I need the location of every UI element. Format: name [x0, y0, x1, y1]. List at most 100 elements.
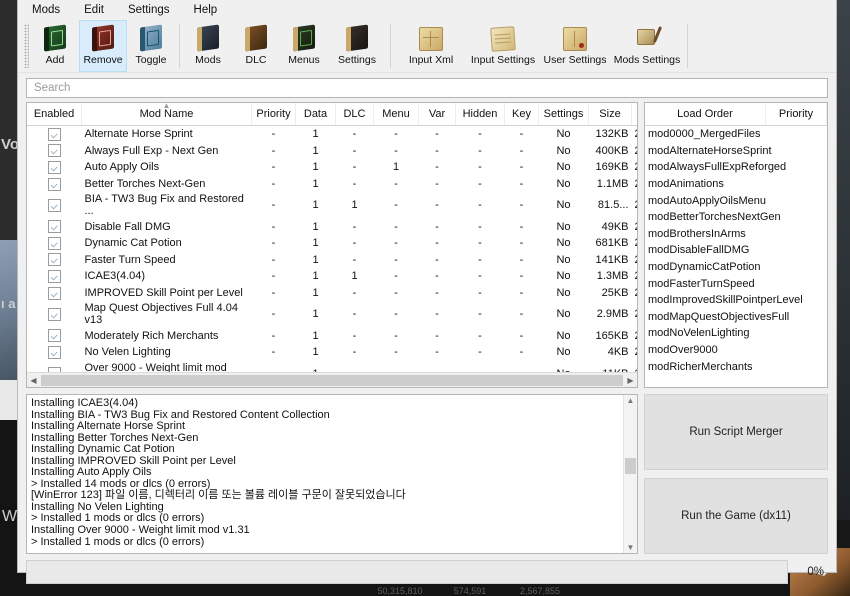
toolbar-button-menus[interactable]: Menus — [280, 20, 328, 72]
column-header-data[interactable]: Data — [295, 103, 336, 126]
list-item[interactable]: modNoVelenLighting — [645, 325, 827, 342]
list-item[interactable]: modMapQuestObjectivesFull — [645, 309, 827, 326]
table-row[interactable]: No Velen Lighting - 1 - - - - - No 4KB2024-05-18 … — [27, 344, 637, 361]
checkbox-checked-icon[interactable] — [47, 198, 61, 212]
toolbar-button-toggle[interactable]: Toggle — [127, 20, 175, 72]
log-scroll-track[interactable] — [624, 406, 637, 542]
mod-enabled-cell[interactable] — [27, 176, 82, 193]
list-item[interactable]: modAlternateHorseSprint — [645, 143, 827, 160]
mod-enabled-cell[interactable] — [27, 344, 82, 361]
checkbox-checked-icon[interactable] — [47, 160, 61, 174]
table-row[interactable]: Always Full Exp - Next Gen - 1 - - - - - No 400KB… — [27, 143, 637, 160]
checkbox-checked-icon[interactable] — [47, 286, 61, 300]
toolbar-button-mods-settings[interactable]: Mods Settings — [611, 20, 683, 72]
toolbar-button-user-settings[interactable]: User Settings — [539, 20, 611, 72]
list-item[interactable]: modBrothersInArms — [645, 226, 827, 243]
log-scroll-thumb[interactable] — [625, 457, 636, 474]
checkbox-checked-icon[interactable] — [47, 329, 61, 343]
table-row[interactable]: Auto Apply Oils - 1 - 1 - - - No 169KB2024-05-18 … — [27, 159, 637, 176]
checkbox-checked-icon[interactable] — [47, 236, 61, 250]
checkbox-checked-icon[interactable] — [47, 253, 61, 267]
toolbar-button-input-settings[interactable]: Input Settings — [467, 20, 539, 72]
mod-enabled-cell[interactable] — [27, 126, 82, 143]
list-item[interactable]: modAutoApplyOilsMenu — [645, 192, 827, 209]
checkbox-checked-icon[interactable] — [47, 177, 61, 191]
table-row[interactable]: IMPROVED Skill Point per Level - 1 - - - - - No 2… — [27, 285, 637, 302]
column-header-mod-name[interactable]: ▲ Mod Name — [81, 103, 252, 126]
log-console[interactable]: Installing ICAE3(4.04) Installing BIA - T… — [26, 394, 638, 554]
list-item[interactable]: modImprovedSkillPointperLevel — [645, 292, 827, 309]
mod-enabled-cell[interactable] — [27, 301, 82, 327]
column-header-dlc[interactable]: DLC — [335, 103, 374, 126]
scroll-up-icon[interactable]: ▲ — [627, 395, 635, 406]
mod-enabled-cell[interactable] — [27, 218, 82, 235]
horizontal-scroll-thumb[interactable] — [41, 374, 623, 386]
list-item[interactable]: modRicherMerchants — [645, 358, 827, 375]
menu-item-mods[interactable]: Mods — [28, 3, 64, 17]
menu-item-help[interactable]: Help — [190, 3, 222, 17]
list-item[interactable]: modOver9000 — [645, 342, 827, 359]
mod-enabled-cell[interactable] — [27, 235, 82, 252]
checkbox-checked-icon[interactable] — [47, 269, 61, 283]
table-row[interactable]: Faster Turn Speed - 1 - - - - - No 141KB2024-05-1… — [27, 252, 637, 269]
checkbox-checked-icon[interactable] — [47, 144, 61, 158]
scroll-right-icon[interactable]: ▶ — [624, 376, 637, 385]
column-header-date-installed[interactable]: Date Installed — [631, 103, 637, 126]
table-row[interactable]: Map Quest Objectives Full 4.04 v13 - 1 - - - -… — [27, 301, 637, 327]
mod-enabled-cell[interactable] — [27, 268, 82, 285]
column-header-size[interactable]: Size — [588, 103, 632, 126]
checkbox-checked-icon[interactable] — [47, 307, 61, 321]
toolbar-button-settings[interactable]: Settings — [328, 20, 386, 72]
list-item[interactable]: mod0000_MergedFiles — [645, 126, 827, 143]
list-item[interactable]: modFasterTurnSpeed — [645, 275, 827, 292]
mod-enabled-cell[interactable] — [27, 143, 82, 160]
toolbar-button-dlc[interactable]: DLC — [232, 20, 280, 72]
column-header-load-order[interactable]: Load Order — [645, 103, 766, 126]
search-box[interactable] — [26, 78, 828, 98]
list-item[interactable]: modAnimations — [645, 176, 827, 193]
toolbar-grip[interactable] — [24, 24, 29, 68]
checkbox-checked-icon[interactable] — [47, 220, 61, 234]
column-header-menu[interactable]: Menu — [373, 103, 419, 126]
table-row[interactable]: Dynamic Cat Potion - 1 - - - - - No 681KB2024-05-… — [27, 235, 637, 252]
mod-dlc-cell: - — [352, 161, 357, 174]
list-item[interactable]: modDynamicCatPotion — [645, 259, 827, 276]
column-header-settings[interactable]: Settings — [538, 103, 589, 126]
mod-enabled-cell[interactable] — [27, 327, 82, 344]
column-header-hidden[interactable]: Hidden — [455, 103, 505, 126]
table-row[interactable]: Disable Fall DMG - 1 - - - - - No 49KB2024-05-18 … — [27, 218, 637, 235]
column-header-var[interactable]: Var — [418, 103, 456, 126]
mod-table-horizontal-scrollbar[interactable]: ◀ ▶ — [27, 372, 637, 387]
table-row[interactable]: ICAE3(4.04) - 1 1 - - - - No 1.3MB2024-05-18 14:0… — [27, 268, 637, 285]
toolbar-button-add[interactable]: Add — [31, 20, 79, 72]
log-vertical-scrollbar[interactable]: ▲ ▼ — [623, 395, 637, 553]
column-header-priority[interactable]: Priority — [251, 103, 296, 126]
mod-hidden-cell: - — [478, 237, 482, 250]
column-header-load-order-priority[interactable]: Priority — [765, 103, 827, 126]
toolbar-button-input-xml[interactable]: Input Xml — [395, 20, 467, 72]
search-input[interactable] — [32, 81, 822, 95]
toolbar-button-remove[interactable]: Remove — [79, 20, 127, 72]
list-item[interactable]: modAlwaysFullExpReforged — [645, 159, 827, 176]
table-row[interactable]: BIA - TW3 Bug Fix and Restored ... - 1 1 - - -… — [27, 192, 637, 218]
checkbox-checked-icon[interactable] — [47, 127, 61, 141]
mod-enabled-cell[interactable] — [27, 285, 82, 302]
toolbar-button-mods[interactable]: Mods — [184, 20, 232, 72]
menu-item-settings[interactable]: Settings — [124, 3, 174, 17]
column-header-key[interactable]: Key — [504, 103, 539, 126]
table-row[interactable]: Alternate Horse Sprint - 1 - - - - - No 132KB2024… — [27, 126, 637, 143]
mod-enabled-cell[interactable] — [27, 192, 82, 218]
menu-item-edit[interactable]: Edit — [80, 3, 108, 17]
list-item[interactable]: modDisableFallDMG — [645, 242, 827, 259]
table-row[interactable]: Moderately Rich Merchants - 1 - - - - - No 165KB2… — [27, 327, 637, 344]
table-row[interactable]: Better Torches Next-Gen - 1 - - - - - No 1.1MB202… — [27, 176, 637, 193]
run-game-button[interactable]: Run the Game (dx11) — [644, 478, 828, 554]
mod-enabled-cell[interactable] — [27, 252, 82, 269]
scroll-down-icon[interactable]: ▼ — [627, 542, 635, 553]
checkbox-checked-icon[interactable] — [47, 345, 61, 359]
list-item[interactable]: modBetterTorchesNextGen — [645, 209, 827, 226]
run-script-merger-button[interactable]: Run Script Merger — [644, 394, 828, 470]
scroll-left-icon[interactable]: ◀ — [27, 376, 40, 385]
mod-enabled-cell[interactable] — [27, 159, 82, 176]
column-header-enabled[interactable]: Enabled — [27, 103, 82, 126]
